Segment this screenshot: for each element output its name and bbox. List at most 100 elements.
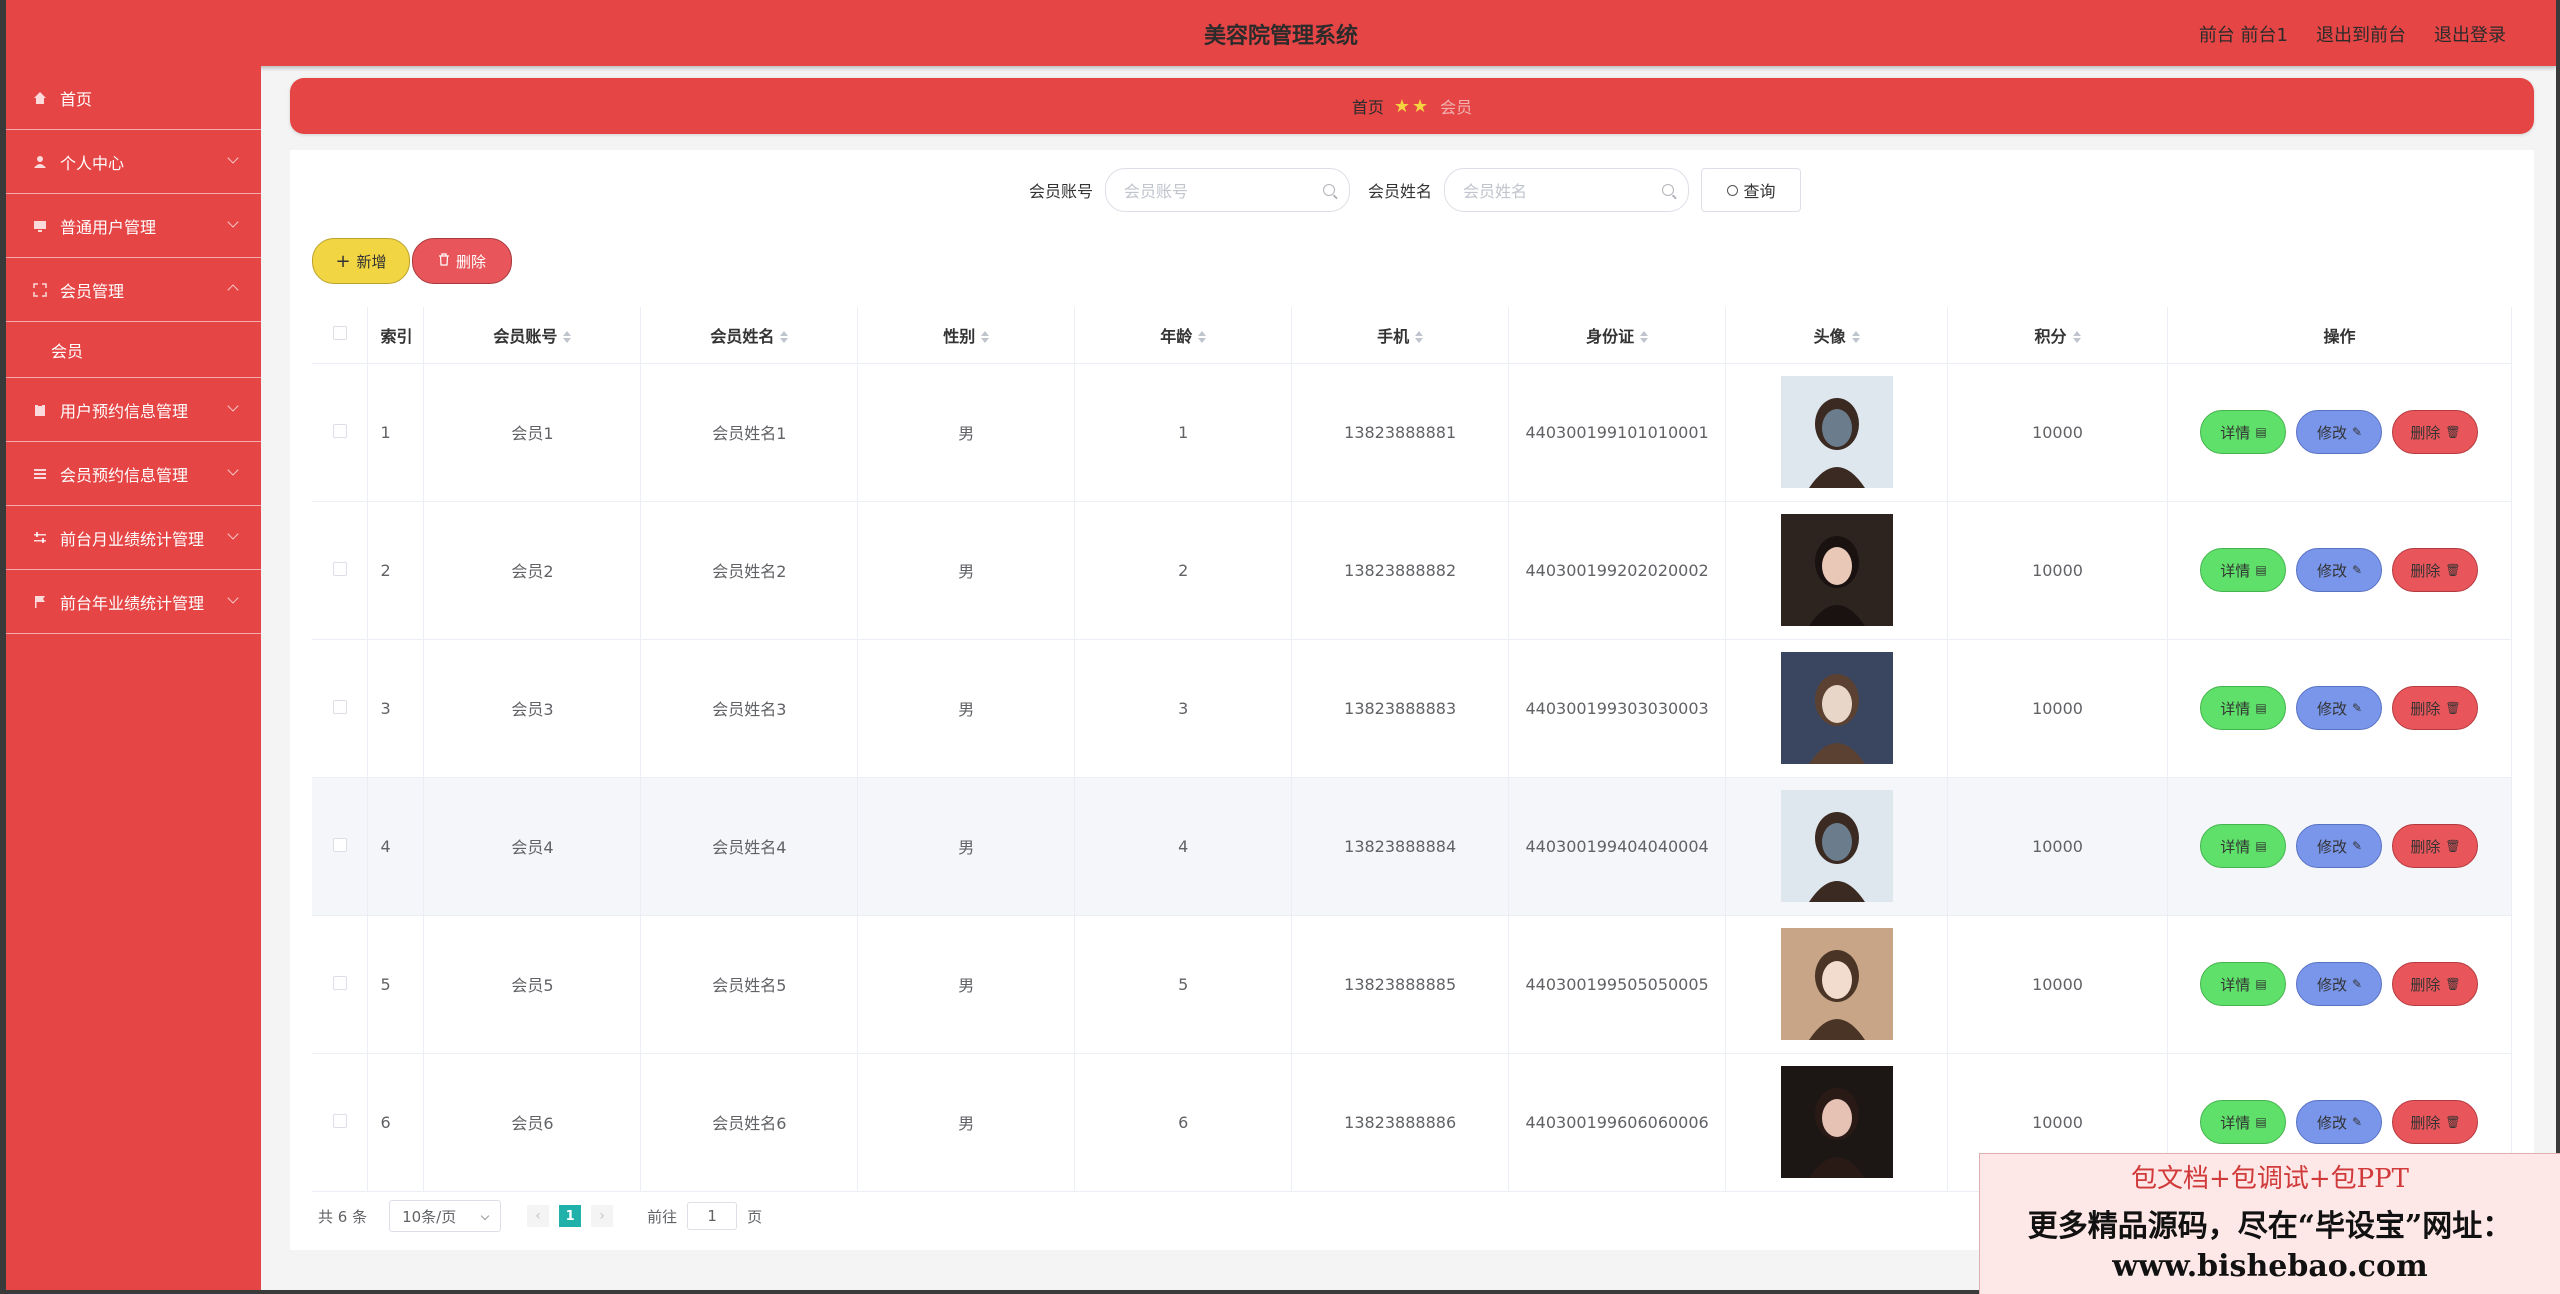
sort-icon[interactable] [1198,331,1207,344]
column-header-gender[interactable]: 性别 [857,307,1076,364]
sidebar-item-label: 会员管理 [60,281,125,301]
page-number-current[interactable]: 1 [559,1205,582,1227]
goto-label: 前往 [647,1207,678,1226]
edit-button[interactable]: 修改 ✎ [2296,1100,2383,1144]
sidebar-item-home[interactable]: 首页 [6,66,261,130]
sort-icon[interactable] [981,331,990,344]
query-button[interactable]: 查询 [1701,168,1802,212]
account-cell: 会员4 [423,777,642,916]
name-search-placeholder: 会员姓名 [1463,182,1528,201]
row-select-cell [312,1053,369,1192]
account-search-input[interactable]: 会员账号 [1105,168,1350,212]
sort-icon[interactable] [1640,331,1649,344]
avatar-image[interactable] [1780,790,1893,902]
select-all-cell [312,307,369,364]
edit-button[interactable]: 修改 ✎ [2296,548,2383,592]
pagination: 共 6 条 10条/页 ‹ 1 › 前往 1 页 [318,1200,762,1232]
search-icon [1662,184,1675,196]
batch-delete-button[interactable]: 删除 [412,238,512,284]
account-search-placeholder: 会员账号 [1124,182,1189,201]
delete-button[interactable]: 删除 🗑 [2392,1100,2479,1144]
column-header-age[interactable]: 年龄 [1074,307,1293,364]
avatar-cell [1725,915,1949,1054]
row-checkbox[interactable] [332,699,347,714]
name-cell: 会员姓名6 [640,1053,859,1192]
edit-button[interactable]: 修改 ✎ [2296,686,2383,730]
sort-icon[interactable] [1851,331,1860,344]
row-checkbox[interactable] [332,1113,347,1128]
current-user-link[interactable]: 前台 前台1 [2199,21,2288,47]
sidebar-item-user-management[interactable]: 普通用户管理 [6,194,261,258]
column-header-label: 年龄 [1160,326,1193,346]
sidebar-item-yearly-stats[interactable]: 前台年业绩统计管理 [6,570,261,634]
breadcrumb-home[interactable]: 首页 [1352,94,1384,118]
phone-cell: 13823888882 [1291,501,1510,640]
delete-button[interactable]: 删除 🗑 [2392,548,2479,592]
pencil-icon: ✎ [2351,563,2363,577]
detail-button[interactable]: 详情 ▤ [2200,962,2287,1006]
avatar-image[interactable] [1780,652,1893,764]
sidebar-item-member-management[interactable]: 会员管理 [6,258,261,322]
delete-button[interactable]: 删除 🗑 [2392,686,2479,730]
column-header-points[interactable]: 积分 [1947,307,2168,364]
edit-button[interactable]: 修改 ✎ [2296,824,2383,868]
index-cell: 2 [367,501,425,640]
document-icon: ▤ [2255,977,2267,991]
sidebar-item-user-booking[interactable]: 用户预约信息管理 [6,378,261,442]
name-search-input[interactable]: 会员姓名 [1444,168,1690,212]
clipboard-icon [32,402,48,418]
name-cell: 会员姓名2 [640,501,859,640]
add-button[interactable]: + 新增 [312,238,410,284]
avatar-image[interactable] [1780,928,1893,1040]
detail-button[interactable]: 详情 ▤ [2200,824,2287,868]
row-checkbox[interactable] [332,561,347,576]
phone-cell: 13823888886 [1291,1053,1510,1192]
detail-button[interactable]: 详情 ▤ [2200,410,2287,454]
sidebar: 首页 个人中心 普通用户管理 会员管理 会员 用户预约信息管理 会员预约信息管理… [6,66,261,1290]
sidebar-subitem-member[interactable]: 会员 [6,322,261,378]
column-header-id-card[interactable]: 身份证 [1508,307,1727,364]
avatar-image[interactable] [1780,376,1893,488]
avatar-image[interactable] [1780,514,1893,626]
column-header-account[interactable]: 会员账号 [423,307,642,364]
phone-cell: 13823888885 [1291,915,1510,1054]
column-header-avatar[interactable]: 头像 [1725,307,1949,364]
page-size-select[interactable]: 10条/页 [389,1200,502,1232]
fullscreen-icon [32,282,48,298]
plus-icon: + [335,250,351,272]
prev-page-button[interactable]: ‹ [527,1205,550,1227]
sort-icon[interactable] [1415,331,1424,344]
row-checkbox[interactable] [332,837,347,852]
sidebar-item-monthly-stats[interactable]: 前台月业绩统计管理 [6,506,261,570]
column-header-name[interactable]: 会员姓名 [640,307,859,364]
trash-icon: 🗑 [2445,701,2461,715]
row-checkbox[interactable] [332,423,347,438]
actions-cell: 详情 ▤ 修改 ✎ 删除 🗑 [2167,639,2513,778]
detail-button[interactable]: 详情 ▤ [2200,1100,2287,1144]
back-to-front-link[interactable]: 退出到前台 [2316,21,2406,47]
delete-button[interactable]: 删除 🗑 [2392,824,2479,868]
sort-icon[interactable] [2072,331,2081,344]
sidebar-item-personal-center[interactable]: 个人中心 [6,130,261,194]
sidebar-item-member-booking[interactable]: 会员预约信息管理 [6,442,261,506]
select-all-checkbox[interactable] [332,326,347,341]
sort-icon[interactable] [563,331,572,344]
table-row: 2 会员2 会员姓名2 男 2 13823888882 440300199202020002… [312,501,2513,640]
column-header-phone[interactable]: 手机 [1291,307,1510,364]
detail-button[interactable]: 详情 ▤ [2200,548,2287,592]
edit-button[interactable]: 修改 ✎ [2296,410,2383,454]
goto-page-input[interactable]: 1 [687,1202,738,1230]
edit-button[interactable]: 修改 ✎ [2296,962,2383,1006]
avatar-image[interactable] [1780,1066,1893,1178]
delete-button[interactable]: 删除 🗑 [2392,962,2479,1006]
index-cell: 6 [367,1053,425,1192]
sort-icon[interactable] [780,331,789,344]
row-select-cell [312,777,369,916]
detail-button[interactable]: 详情 ▤ [2200,686,2287,730]
phone-cell: 13823888881 [1291,363,1510,502]
logout-link[interactable]: 退出登录 [2434,21,2506,47]
total-count: 共 6 条 [318,1207,368,1226]
delete-button[interactable]: 删除 🗑 [2392,410,2479,454]
next-page-button[interactable]: › [591,1205,614,1227]
row-checkbox[interactable] [332,975,347,990]
